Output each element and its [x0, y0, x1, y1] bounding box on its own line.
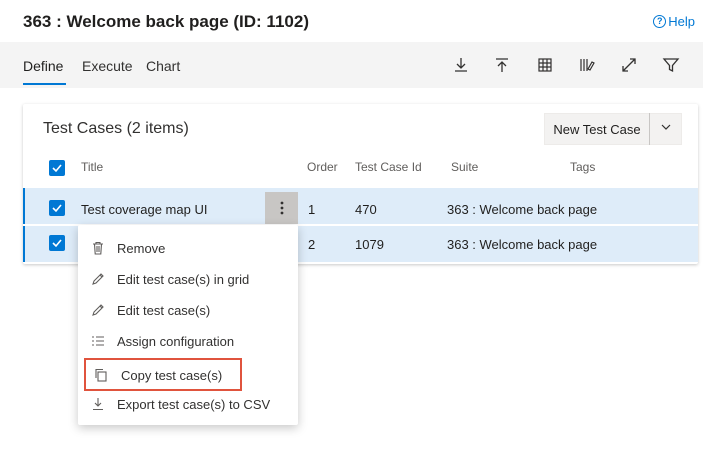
row-test-case-id: 1079	[355, 237, 384, 252]
context-menu: Remove Edit test case(s) in grid Edit te…	[78, 225, 298, 425]
select-all-checkbox[interactable]	[49, 160, 65, 176]
column-header-tags[interactable]: Tags	[570, 160, 595, 174]
more-options-button[interactable]	[265, 192, 298, 224]
menu-item-label: Copy test case(s)	[121, 367, 223, 383]
filter-icon[interactable]	[661, 55, 681, 75]
menu-item-label: Edit test case(s)	[117, 302, 211, 318]
menu-item-edit-in-grid[interactable]: Edit test case(s) in grid	[78, 264, 298, 294]
page-title: 363 : Welcome back page (ID: 1102)	[23, 12, 309, 31]
row-title: Test coverage map UI	[81, 202, 208, 217]
column-header-suite[interactable]: Suite	[451, 160, 478, 174]
checkmark-icon	[52, 204, 62, 213]
menu-item-label: Remove	[117, 240, 166, 256]
row-suite: 363 : Welcome back page	[447, 202, 598, 217]
row-checkbox[interactable]	[49, 235, 65, 251]
row-test-case-id: 470	[355, 202, 377, 217]
test-cases-title: Test Cases (2 items)	[43, 120, 189, 137]
menu-item-edit-test-cases[interactable]: Edit test case(s)	[78, 295, 298, 325]
more-vertical-icon	[280, 201, 283, 215]
download-icon[interactable]	[451, 55, 471, 75]
trash-icon	[91, 241, 105, 255]
menu-item-export-csv[interactable]: Export test case(s) to CSV	[78, 389, 298, 419]
list-icon	[91, 334, 105, 348]
copy-icon	[94, 368, 108, 382]
help-link[interactable]: ? Help	[653, 14, 695, 29]
page: 363 : Welcome back page (ID: 1102) ? Hel…	[0, 0, 703, 450]
help-icon: ?	[653, 15, 667, 28]
tab-chart[interactable]: Chart	[146, 58, 180, 74]
chevron-down-icon	[660, 120, 672, 138]
checkmark-icon	[52, 239, 62, 248]
pencil-icon	[91, 303, 105, 317]
row-suite: 363 : Welcome back page	[447, 237, 598, 252]
menu-item-remove[interactable]: Remove	[78, 233, 298, 263]
split-divider	[649, 113, 650, 145]
pencil-icon	[91, 272, 105, 286]
column-header-title[interactable]: Title	[81, 160, 103, 174]
active-tab-indicator	[23, 83, 66, 85]
tab-execute[interactable]: Execute	[82, 58, 133, 74]
menu-item-copy-test-cases[interactable]: Copy test case(s)	[78, 360, 298, 390]
checkmark-icon	[52, 164, 62, 173]
column-header-test-case-id[interactable]: Test Case Id	[355, 160, 422, 174]
download-icon	[91, 397, 105, 411]
column-header-order[interactable]: Order	[307, 160, 338, 174]
menu-item-label: Export test case(s) to CSV	[117, 396, 271, 412]
column-options-icon[interactable]	[577, 55, 597, 75]
grid-icon[interactable]	[535, 55, 555, 75]
new-test-case-button[interactable]: New Test Case	[544, 113, 649, 145]
tab-define[interactable]: Define	[23, 58, 63, 74]
menu-item-assign-configuration[interactable]: Assign configuration	[78, 326, 298, 356]
new-test-case-dropdown-button[interactable]	[649, 113, 682, 145]
help-label: Help	[668, 14, 695, 29]
fullscreen-icon[interactable]	[619, 55, 639, 75]
upload-icon[interactable]	[492, 55, 512, 75]
row-order: 2	[308, 237, 316, 252]
header: 363 : Welcome back page (ID: 1102) ? Hel…	[0, 0, 703, 42]
row-order: 1	[308, 202, 316, 217]
menu-item-label: Assign configuration	[117, 333, 235, 349]
tab-bar: Define Execute Chart	[0, 42, 703, 88]
menu-item-label: Edit test case(s) in grid	[117, 271, 250, 287]
row-checkbox[interactable]	[49, 200, 65, 216]
